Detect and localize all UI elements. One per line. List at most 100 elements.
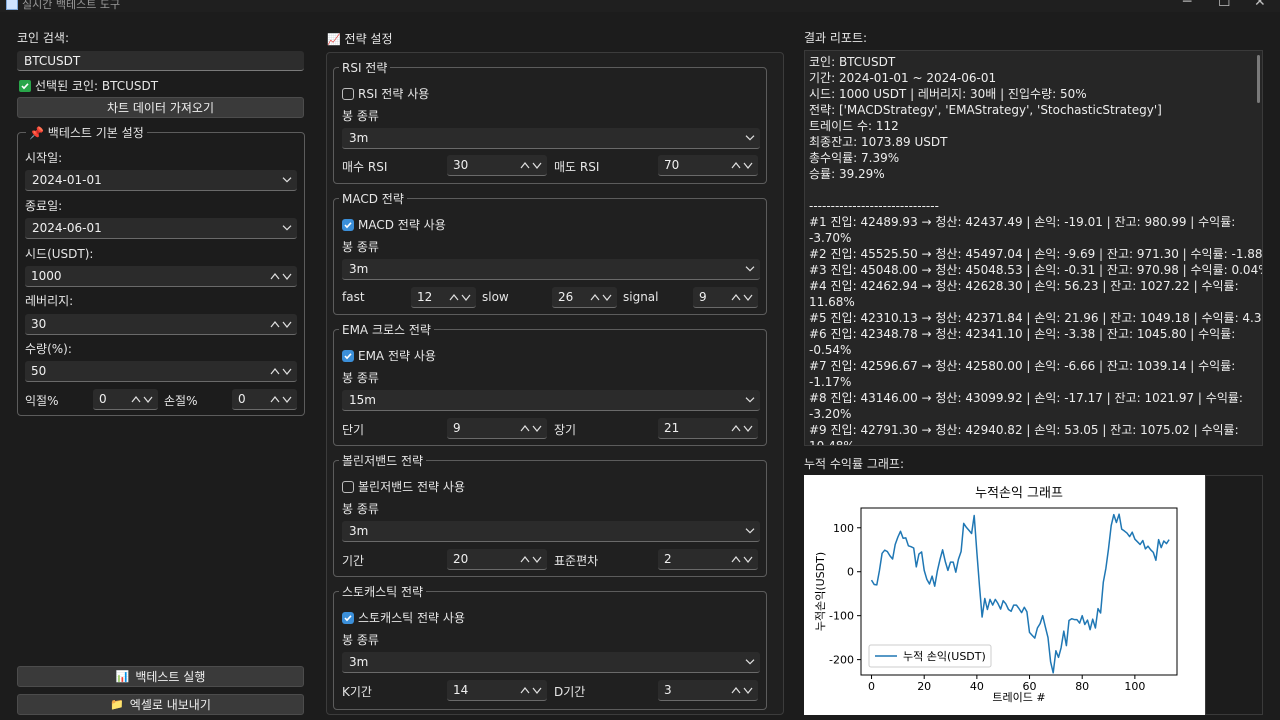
macd-strategy-checkbox[interactable]: MACD 전략 사용: [342, 216, 446, 233]
spin-arrows-icon[interactable]: [731, 161, 755, 169]
maximize-button[interactable]: ☐: [1218, 0, 1231, 10]
macd-slow-spinbox[interactable]: 26: [552, 287, 617, 308]
report-line: 총수익률: 7.39%: [809, 151, 900, 165]
minimize-button[interactable]: ─: [1183, 0, 1191, 10]
report-line: 코인: BTCUSDT: [809, 55, 896, 69]
ema-candle-select[interactable]: 15m: [342, 390, 760, 411]
report-line: #1 진입: 42489.93 → 청산: 42437.49 | 손익: -19…: [809, 215, 1236, 229]
end-date-picker[interactable]: 2024-06-01: [25, 218, 297, 239]
stop-loss-spinbox[interactable]: 0: [232, 389, 297, 410]
rsi-candle-select[interactable]: 3m: [342, 128, 760, 149]
pin-icon: 📌: [29, 126, 44, 140]
coin-search-input[interactable]: BTCUSDT: [17, 51, 304, 71]
ema-short-label: 단기: [342, 423, 365, 437]
ema-long-label: 장기: [554, 423, 577, 437]
stochastic-candle-value: 3m: [349, 655, 369, 669]
stochastic-d-spinbox[interactable]: 3: [658, 680, 758, 701]
macd-strategy-check-label: MACD 전략 사용: [358, 218, 446, 232]
stochastic-strategy-checkbox[interactable]: 스토캐스틱 전략 사용: [342, 609, 465, 626]
strategy-settings-title: 📈 전략 설정: [327, 30, 393, 47]
macd-signal-spinbox[interactable]: 9: [693, 287, 758, 308]
graph-label: 누적 수익률 그래프:: [804, 457, 904, 471]
chart-side-panel: [1205, 475, 1263, 715]
ema-long-value: 21: [664, 421, 680, 435]
stochastic-candle-label: 봉 종류: [342, 633, 379, 647]
report-line: -1.17%: [809, 375, 852, 389]
bollinger-strategy-check-label: 볼린저밴드 전략 사용: [358, 480, 465, 494]
stochastic-d-value: 3: [664, 683, 672, 697]
report-textbox[interactable]: 코인: BTCUSDT 기간: 2024-01-01 ~ 2024-06-01 시드…: [804, 50, 1263, 446]
bollinger-std-spinbox[interactable]: 2: [658, 549, 758, 570]
spin-arrows-icon[interactable]: [520, 686, 544, 694]
macd-candle-select[interactable]: 3m: [342, 259, 760, 280]
bollinger-candle-label: 봉 종류: [342, 502, 379, 516]
ema-strategy-title: EMA 크로스 전략: [339, 321, 434, 338]
bollinger-period-label: 기간: [342, 554, 365, 568]
bollinger-strategy-checkbox[interactable]: 볼린저밴드 전략 사용: [342, 478, 465, 495]
backtest-settings-title-text: 백테스트 기본 설정: [47, 126, 144, 140]
spin-arrows-icon[interactable]: [731, 555, 755, 563]
macd-strategy-title: MACD 전략: [339, 190, 407, 207]
rsi-buy-spinbox[interactable]: 30: [447, 155, 547, 176]
x-tick-label: 40: [970, 680, 984, 693]
end-date-value: 2024-06-01: [32, 221, 102, 235]
spin-arrows-icon[interactable]: [270, 367, 294, 375]
rsi-buy-value: 30: [453, 158, 469, 172]
seed-label: 시드(USDT):: [25, 247, 94, 261]
quantity-spinbox[interactable]: 50: [25, 361, 297, 382]
spin-arrows-icon[interactable]: [449, 293, 473, 301]
spin-arrows-icon[interactable]: [731, 424, 755, 432]
stochastic-k-spinbox[interactable]: 14: [447, 680, 547, 701]
leverage-spinbox[interactable]: 30: [25, 314, 297, 335]
bollinger-period-spinbox[interactable]: 20: [447, 549, 547, 570]
start-date-picker[interactable]: 2024-01-01: [25, 170, 297, 191]
report-line: #8 진입: 43146.00 → 청산: 43099.92 | 손익: -17…: [809, 391, 1243, 405]
chart-up-icon: 📈: [327, 33, 341, 46]
take-profit-label: 익절%: [25, 394, 59, 408]
chevron-down-icon: [282, 225, 292, 231]
checkbox-checked-icon: [342, 218, 354, 231]
take-profit-spinbox[interactable]: 0: [93, 389, 158, 410]
ema-strategy-checkbox[interactable]: EMA 전략 사용: [342, 347, 436, 364]
stochastic-candle-select[interactable]: 3m: [342, 652, 760, 673]
macd-fast-spinbox[interactable]: 12: [411, 287, 476, 308]
macd-fast-value: 12: [417, 290, 433, 304]
chevron-down-icon: [745, 659, 755, 665]
spin-arrows-icon[interactable]: [131, 395, 155, 403]
spin-arrows-icon[interactable]: [270, 320, 294, 328]
leverage-label: 레버리지:: [25, 294, 74, 308]
export-excel-button[interactable]: 📁 엑셀로 내보내기: [17, 694, 304, 715]
rsi-strategy-checkbox[interactable]: RSI 전략 사용: [342, 85, 429, 102]
quantity-value: 50: [31, 364, 47, 378]
spin-arrows-icon[interactable]: [731, 686, 755, 694]
folder-icon: 📁: [110, 698, 124, 711]
export-excel-label: 엑셀로 내보내기: [129, 698, 211, 712]
report-line: #2 진입: 45525.50 → 청산: 45497.04 | 손익: -9.…: [809, 247, 1263, 261]
close-button[interactable]: ✕: [1254, 0, 1266, 10]
spin-arrows-icon[interactable]: [590, 293, 614, 301]
stop-loss-value: 0: [238, 392, 246, 406]
ema-long-spinbox[interactable]: 21: [658, 418, 758, 439]
bollinger-candle-select[interactable]: 3m: [342, 521, 760, 542]
report-line: #9 진입: 42791.30 → 청산: 42940.82 | 손익: 53.…: [809, 423, 1239, 437]
selected-coin-text: 선택된 코인: BTCUSDT: [35, 79, 159, 93]
quantity-label: 수량(%):: [25, 342, 72, 356]
rsi-candle-value: 3m: [349, 131, 369, 145]
fetch-chart-data-button[interactable]: 차트 데이터 가져오기: [17, 97, 304, 118]
y-tick-label: 100: [833, 522, 854, 535]
cumulative-pnl-chart-svg: 누적손익 그래프0 20 40 60 80 1001000-100-200트레이드 #누적…: [814, 486, 1178, 704]
report-line: #5 진입: 42310.13 → 청산: 42371.84 | 손익: 21.…: [809, 311, 1263, 325]
leverage-value: 30: [31, 317, 47, 331]
start-date-label: 시작일:: [25, 151, 63, 165]
spin-arrows-icon[interactable]: [520, 161, 544, 169]
ema-short-spinbox[interactable]: 9: [447, 418, 547, 439]
spin-arrows-icon[interactable]: [731, 293, 755, 301]
spin-arrows-icon[interactable]: [520, 555, 544, 563]
rsi-sell-spinbox[interactable]: 70: [658, 155, 758, 176]
spin-arrows-icon[interactable]: [270, 272, 294, 280]
spin-arrows-icon[interactable]: [270, 395, 294, 403]
spin-arrows-icon[interactable]: [520, 424, 544, 432]
seed-spinbox[interactable]: 1000: [25, 266, 297, 287]
report-scrollbar[interactable]: [1257, 55, 1260, 103]
run-backtest-button[interactable]: 📊 백테스트 실행: [17, 666, 304, 687]
